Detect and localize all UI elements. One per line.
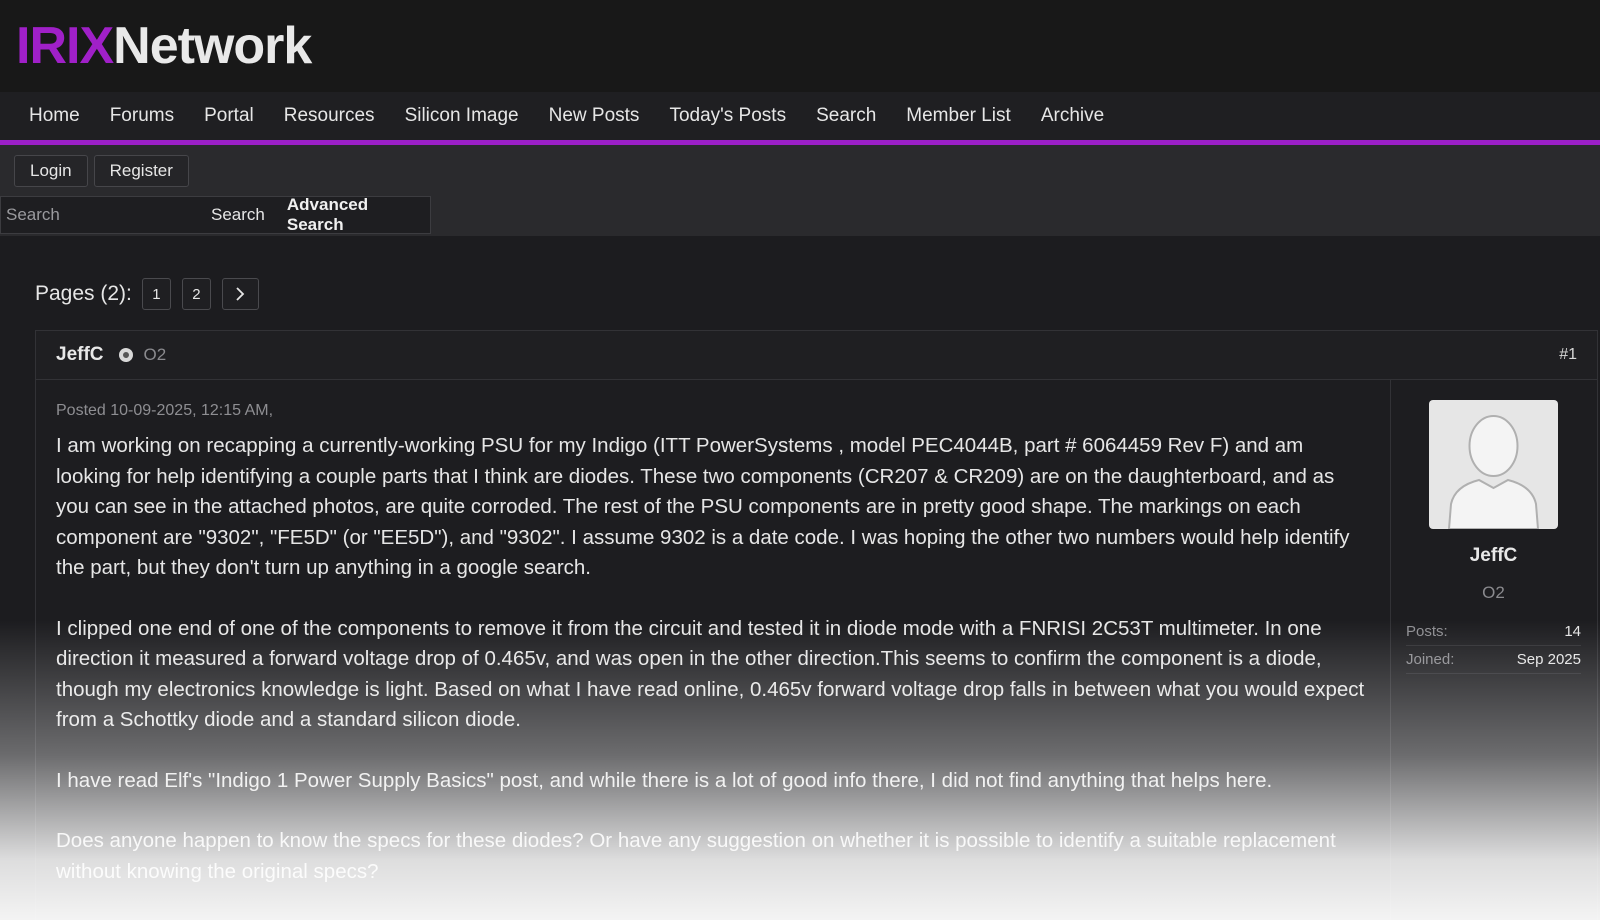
nav-new-posts[interactable]: New Posts [534, 105, 655, 127]
nav-forums[interactable]: Forums [95, 105, 189, 127]
nav-silicon-image[interactable]: Silicon Image [390, 105, 534, 127]
logo-network: Network [113, 17, 312, 75]
nav-member-list[interactable]: Member List [891, 105, 1026, 127]
register-button[interactable]: Register [93, 155, 189, 187]
next-page-button[interactable] [221, 278, 259, 310]
site-logo[interactable]: IRIXNetwork [16, 17, 312, 75]
auth-buttons: Login Register [14, 155, 189, 187]
nav-search[interactable]: Search [801, 105, 891, 127]
post-text: I am working on recapping a currently-wo… [56, 431, 1370, 887]
advanced-search-link[interactable]: Advanced Search [275, 195, 430, 235]
post-body: Posted 10-09-2025, 12:15 AM, I am workin… [36, 380, 1597, 920]
post-number-link[interactable]: #1 [1559, 346, 1577, 364]
nav-home[interactable]: Home [14, 105, 95, 127]
avatar[interactable] [1429, 400, 1558, 529]
page-1-button[interactable]: 1 [141, 278, 171, 310]
post-paragraph: Does anyone happen to know the specs for… [56, 829, 1336, 883]
site-header: IRIXNetwork [0, 0, 1600, 92]
joined-stat: Joined: Sep 2025 [1406, 646, 1581, 674]
author-sidebar: JeffC O2 Posts: 14 Joined: Sep 2025 [1391, 380, 1596, 920]
posts-stat: Posts: 14 [1406, 618, 1581, 646]
post-date: Posted 10-09-2025, 12:15 AM, [56, 402, 274, 419]
main-nav: Home Forums Portal Resources Silicon Ima… [0, 92, 1600, 145]
search-bar: Search Advanced Search [0, 195, 431, 235]
posts-label: Posts: [1406, 623, 1448, 640]
thread-content: Pages (2): 1 2 JeffC O2 #1 Posted 10-09-… [0, 236, 1600, 920]
joined-value: Sep 2025 [1516, 651, 1581, 668]
sidebar-author-rank: O2 [1482, 583, 1505, 602]
nav-portal[interactable]: Portal [189, 105, 269, 127]
pagination: Pages (2): 1 2 [35, 278, 270, 310]
nav-archive[interactable]: Archive [1026, 105, 1119, 127]
nav-resources[interactable]: Resources [269, 105, 390, 127]
nav-todays-posts[interactable]: Today's Posts [654, 105, 801, 127]
post-paragraph: I have read Elf's "Indigo 1 Power Supply… [56, 768, 1273, 792]
search-input[interactable] [1, 197, 201, 233]
sidebar-author-name[interactable]: JeffC [1470, 545, 1518, 567]
chevron-right-icon [236, 287, 245, 301]
post-paragraph: I am working on recapping a currently-wo… [56, 434, 1350, 579]
user-toolbar: Login Register Search Advanced Search [0, 145, 1600, 236]
post-main: Posted 10-09-2025, 12:15 AM, I am workin… [36, 380, 1391, 920]
author-stats: Posts: 14 Joined: Sep 2025 [1406, 618, 1581, 674]
search-button[interactable]: Search [201, 205, 275, 225]
author-rank: O2 [143, 345, 167, 364]
posts-value: 14 [1564, 623, 1581, 640]
page-2-button[interactable]: 2 [181, 278, 211, 310]
post: JeffC O2 #1 Posted 10-09-2025, 12:15 AM,… [35, 330, 1598, 920]
post-header: JeffC O2 #1 [36, 331, 1597, 380]
post-author-link[interactable]: JeffC [56, 344, 104, 366]
pages-label: Pages (2): [35, 282, 132, 305]
offline-status-icon [118, 348, 133, 362]
login-button[interactable]: Login [14, 155, 88, 187]
post-paragraph: I clipped one end of one of the componen… [56, 616, 1365, 732]
user-silhouette-icon [1447, 415, 1540, 529]
joined-label: Joined: [1406, 651, 1455, 668]
logo-irix: IRIX [16, 17, 114, 75]
